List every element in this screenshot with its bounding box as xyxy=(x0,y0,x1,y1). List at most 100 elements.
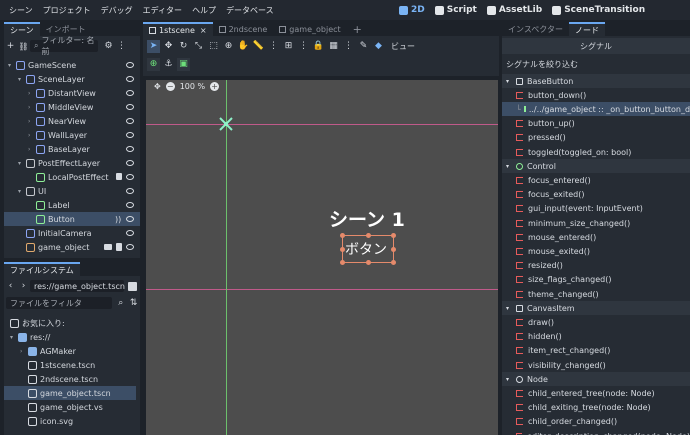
more-options-icon[interactable]: ⋮ xyxy=(115,40,128,53)
collapse-arrow-icon[interactable]: ▾ xyxy=(506,163,514,170)
scene-tree-item[interactable]: InitialCamera xyxy=(4,226,140,240)
scene-tree-item[interactable]: Button)) xyxy=(4,212,140,226)
group-icon[interactable]: ▦ xyxy=(327,40,340,53)
scene-tree-item[interactable]: Label xyxy=(4,198,140,212)
view-menu[interactable]: ビュー xyxy=(391,41,415,52)
mode-assetlib-button[interactable]: AssetLib xyxy=(486,5,542,15)
visibility-eye-icon[interactable] xyxy=(126,118,134,124)
pan-tool-icon[interactable]: ✋ xyxy=(237,40,250,53)
signal-filter-input[interactable]: シグナルを絞り込む xyxy=(502,57,690,71)
handle-ml[interactable] xyxy=(340,247,345,252)
expand-arrow-icon[interactable]: ▾ xyxy=(10,334,18,341)
scene-tree-item[interactable]: ▾ SceneLayer xyxy=(4,72,140,86)
select-tool-icon[interactable]: ➤ xyxy=(147,39,160,53)
add-node-icon[interactable]: + xyxy=(4,40,17,53)
menu-item[interactable]: ヘルプ xyxy=(187,5,221,16)
ruler-tool-icon[interactable]: 📏 xyxy=(252,40,265,53)
visibility-eye-icon[interactable] xyxy=(126,132,134,138)
instance-scene-icon[interactable]: ⚙ xyxy=(102,40,115,53)
snap-icon[interactable]: ⊞ xyxy=(282,40,295,53)
mode-script-button[interactable]: Script xyxy=(434,5,477,15)
move-tool-icon[interactable]: ✥ xyxy=(162,40,175,53)
menu-item[interactable]: デバッグ xyxy=(96,5,138,16)
scene-tab-0[interactable]: 1stscene × xyxy=(143,22,213,36)
visibility-eye-icon[interactable] xyxy=(126,146,134,152)
handle-tm[interactable] xyxy=(366,233,371,238)
zoom-in-icon[interactable]: + xyxy=(210,82,220,91)
signal-section-header[interactable]: ▾ Node xyxy=(502,372,690,387)
mode-2d-button[interactable]: 2D xyxy=(399,5,425,15)
tab-filesystem[interactable]: ファイルシステム xyxy=(4,262,80,276)
handle-bl[interactable] xyxy=(340,260,345,265)
handle-tr[interactable] xyxy=(391,233,396,238)
file-tree-item[interactable]: game_object.vs xyxy=(4,400,136,414)
menu-item[interactable]: プロジェクト xyxy=(38,5,96,16)
scene-tree-item[interactable]: ▾ GameScene xyxy=(4,58,140,72)
file-tree-item[interactable]: ▾ res:// xyxy=(4,330,136,344)
signal-section-header[interactable]: ▾ BaseButton xyxy=(502,74,690,88)
file-filter-input[interactable]: ファイルをフィルタ xyxy=(6,297,113,309)
add-tab-button[interactable]: + xyxy=(347,22,368,36)
pan-icon[interactable]: ✥ xyxy=(154,82,161,91)
selected-button[interactable]: ボタン xyxy=(340,233,396,265)
link-icon[interactable]: ⛓ xyxy=(17,40,30,53)
visibility-eye-icon[interactable] xyxy=(126,174,134,180)
visibility-eye-icon[interactable] xyxy=(126,244,134,250)
scene-tree-item[interactable]: game_object xyxy=(4,240,140,254)
tab-inspector-0[interactable]: インスペクター xyxy=(502,22,569,36)
expand-arrow-icon[interactable]: › xyxy=(28,104,36,111)
file-tree-item[interactable]: 1stscene.tscn xyxy=(4,358,136,372)
back-icon[interactable]: ‹ xyxy=(4,280,17,293)
signal-item[interactable]: focus_entered() xyxy=(502,173,690,187)
scene-tree-item[interactable]: LocalPostEffect xyxy=(4,170,140,184)
group-icon[interactable] xyxy=(104,244,112,250)
split-view-icon[interactable] xyxy=(128,281,137,291)
visibility-eye-icon[interactable] xyxy=(126,216,134,222)
grid-icon[interactable]: ⋮ xyxy=(267,40,280,53)
signal-item[interactable]: child_order_changed() xyxy=(502,415,690,429)
signal-item[interactable]: focus_exited() xyxy=(502,188,690,202)
bone-icon[interactable]: ✎ xyxy=(357,40,370,53)
visibility-eye-icon[interactable] xyxy=(126,230,134,236)
lock-icon[interactable] xyxy=(116,173,122,180)
scene-tree-item[interactable]: › DistantView xyxy=(4,86,140,100)
signal-item[interactable]: button_up() xyxy=(502,117,690,131)
anchor-icon[interactable]: ⚓ xyxy=(162,58,175,71)
menu-item[interactable]: シーン xyxy=(4,5,38,16)
handle-bm[interactable] xyxy=(366,260,371,265)
signal-section-header[interactable]: ▾ CanvasItem xyxy=(502,301,690,316)
expand-arrow-icon[interactable]: ▾ xyxy=(8,62,16,69)
visibility-eye-icon[interactable] xyxy=(126,104,134,110)
zoom-out-icon[interactable]: − xyxy=(165,82,175,91)
file-tree-item[interactable]: お気に入り: xyxy=(4,316,136,330)
visibility-eye-icon[interactable] xyxy=(126,160,134,166)
mode-scenetransition-button[interactable]: SceneTransition xyxy=(552,5,645,15)
expand-arrow-icon[interactable]: › xyxy=(28,146,36,153)
signal-item[interactable]: resized() xyxy=(502,259,690,273)
menu-item[interactable]: エディター xyxy=(138,5,187,16)
tab-inspector-1[interactable]: ノード xyxy=(568,22,605,36)
script-icon[interactable] xyxy=(116,243,122,251)
tab-scene-0[interactable]: シーン xyxy=(4,22,40,36)
rotate-tool-icon[interactable]: ↻ xyxy=(177,40,190,53)
menu-item[interactable]: データベース xyxy=(221,5,279,16)
signal-item[interactable]: pressed() xyxy=(502,131,690,145)
filesystem-path-input[interactable]: res://game_object.tscn xyxy=(30,280,125,292)
anchor-preset-icon[interactable]: ▣ xyxy=(177,57,190,71)
collapse-arrow-icon[interactable]: ▾ xyxy=(506,305,514,312)
collapse-arrow-icon[interactable]: ▾ xyxy=(506,78,514,85)
sort-icon[interactable]: ⇅ xyxy=(127,297,140,310)
visibility-eye-icon[interactable] xyxy=(126,62,134,68)
visibility-eye-icon[interactable] xyxy=(126,188,134,194)
more-icon[interactable]: ⋮ xyxy=(297,40,310,53)
expand-arrow-icon[interactable]: › xyxy=(28,90,36,97)
signal-connection[interactable]: └ ../../game_object :: _on_button_button_… xyxy=(502,102,690,117)
expand-arrow-icon[interactable]: › xyxy=(28,132,36,139)
forward-icon[interactable]: › xyxy=(17,280,30,293)
signal-item[interactable]: hidden() xyxy=(502,330,690,344)
visibility-eye-icon[interactable] xyxy=(126,76,134,82)
handle-br[interactable] xyxy=(391,260,396,265)
signal-item[interactable]: item_rect_changed() xyxy=(502,344,690,358)
scene-tree-item[interactable]: › NearView xyxy=(4,114,140,128)
signals-header-label[interactable]: シグナル xyxy=(580,41,612,52)
